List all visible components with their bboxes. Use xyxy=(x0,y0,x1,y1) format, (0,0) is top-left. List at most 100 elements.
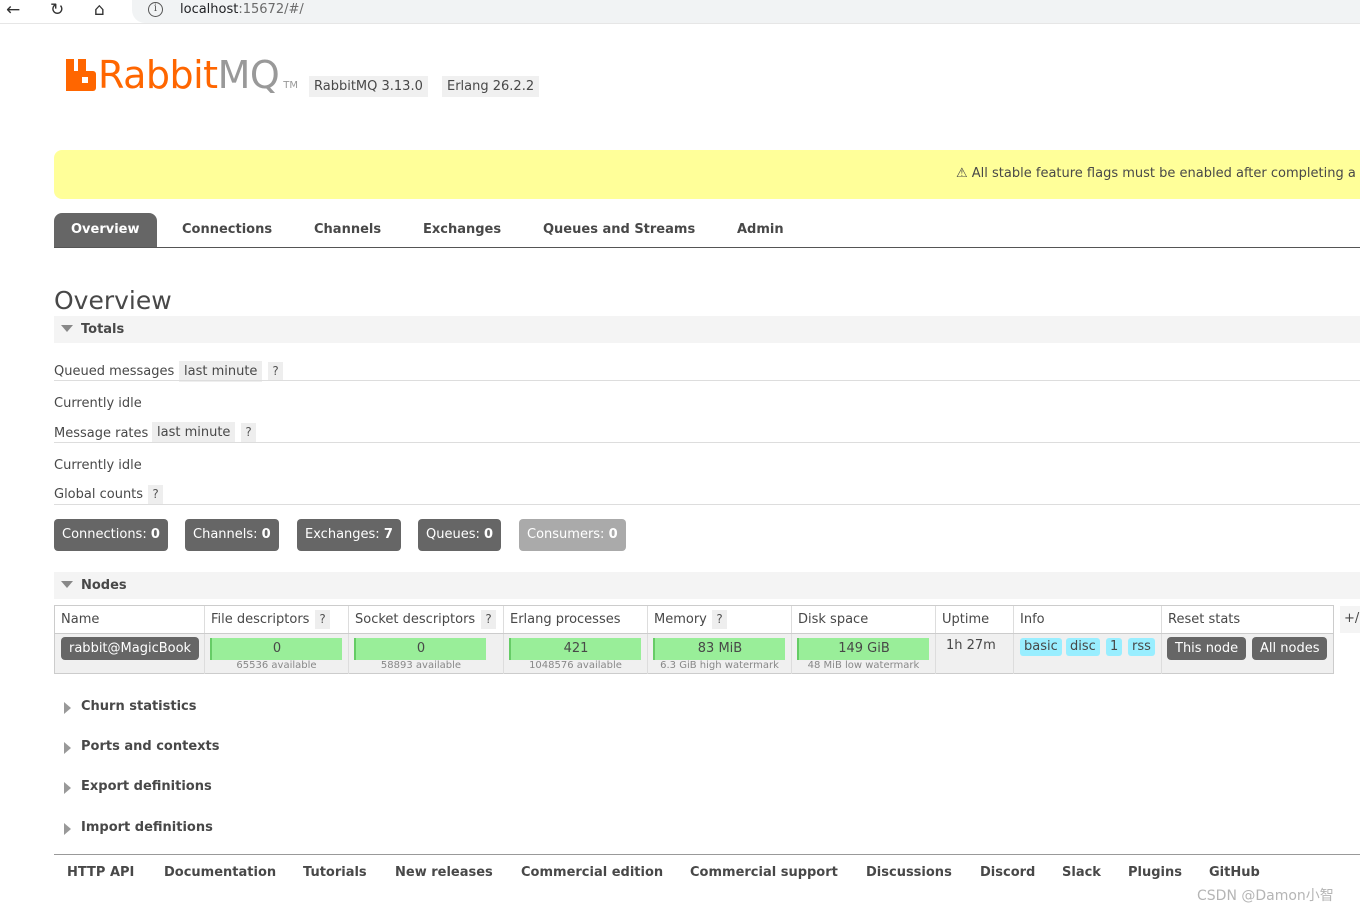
memory-help[interactable]: ? xyxy=(712,610,727,629)
footer-link-github[interactable]: GitHub xyxy=(1209,865,1260,880)
column-toggle-button[interactable]: +/ xyxy=(1340,606,1360,633)
column-header-socket-descriptors: Socket descriptors? xyxy=(349,606,504,633)
totals-title: Totals xyxy=(81,322,125,337)
message-rates-range[interactable]: last minute xyxy=(152,422,236,443)
consumers-count-label: Consumers: xyxy=(527,527,605,542)
footer-link-documentation[interactable]: Documentation xyxy=(164,865,276,880)
tab-connections[interactable]: Connections xyxy=(182,213,272,247)
footer-link-discord[interactable]: Discord xyxy=(980,865,1035,880)
reset-all-nodes-button[interactable]: All nodes xyxy=(1252,637,1328,660)
footer-link-http-api[interactable]: HTTP API xyxy=(67,865,134,880)
page-title: Overview xyxy=(54,286,172,315)
reload-icon[interactable]: ↻ xyxy=(50,1,64,19)
browser-toolbar: ← ↻ ⌂ i localhost:15672/#/ xyxy=(0,0,1360,24)
footer-link-commercial-edition[interactable]: Commercial edition xyxy=(521,865,663,880)
footer-link-plugins[interactable]: Plugins xyxy=(1128,865,1182,880)
consumers-count-button[interactable]: Consumers: 0 xyxy=(519,519,626,551)
footer-link-tutorials[interactable]: Tutorials xyxy=(303,865,367,880)
logo-trademark: TM xyxy=(283,80,299,91)
export-definitions-title: Export definitions xyxy=(81,779,212,794)
churn-statistics-section[interactable]: Churn statistics xyxy=(54,698,454,718)
churn-statistics-title: Churn statistics xyxy=(81,699,197,714)
exchanges-count-button[interactable]: Exchanges: 7 xyxy=(297,519,401,551)
queues-count-label: Queues: xyxy=(426,527,480,542)
warning-text: ⚠ All stable feature flags must be enabl… xyxy=(956,166,1356,181)
back-arrow-icon[interactable]: ← xyxy=(6,1,20,19)
info-badge-rss[interactable]: rss xyxy=(1128,638,1155,656)
info-badge-count[interactable]: 1 xyxy=(1106,638,1123,656)
ports-and-contexts-section[interactable]: Ports and contexts xyxy=(54,738,454,758)
footer-link-discussions[interactable]: Discussions xyxy=(866,865,952,880)
column-header-file-descriptors-label: File descriptors xyxy=(211,612,310,627)
memory-cell: 83 MiB 6.3 GiB high watermark xyxy=(648,634,792,674)
node-name-cell: rabbit@MagicBook xyxy=(55,634,205,674)
exchanges-count-value: 7 xyxy=(383,527,393,542)
uptime-cell: 1h 27m xyxy=(936,634,1014,674)
column-header-reset-stats-label: Reset stats xyxy=(1168,612,1241,627)
memory-bar: 83 MiB xyxy=(653,638,785,660)
socket-descriptors-help[interactable]: ? xyxy=(481,610,496,629)
erlang-processes-bar: 421 xyxy=(509,638,641,660)
tab-exchanges[interactable]: Exchanges xyxy=(423,213,501,247)
address-bar[interactable] xyxy=(132,0,1360,23)
table-row: rabbit@MagicBook 0 65536 available 0 588… xyxy=(55,633,1333,674)
column-header-info: Info xyxy=(1014,606,1162,633)
tab-queues-and-streams[interactable]: Queues and Streams xyxy=(543,213,695,247)
file-descriptors-help[interactable]: ? xyxy=(315,610,330,629)
main-tabs: Overview Connections Channels Exchanges … xyxy=(54,213,1360,248)
queued-messages-range[interactable]: last minute xyxy=(179,361,263,382)
column-header-reset-stats: Reset stats xyxy=(1162,606,1333,633)
socket-descriptors-available: 58893 available xyxy=(380,660,462,671)
reset-stats-cell: This node All nodes xyxy=(1162,634,1333,674)
column-header-uptime: Uptime xyxy=(936,606,1014,633)
connections-count-value: 0 xyxy=(150,527,160,542)
file-descriptors-available: 65536 available xyxy=(236,660,317,671)
csdn-watermark: CSDN @Damon小智 xyxy=(1197,888,1334,904)
column-header-name-label: Name xyxy=(61,612,100,627)
column-header-name: Name xyxy=(55,606,205,633)
rabbitmq-logo[interactable]: RabbitMQ TM xyxy=(66,56,298,96)
footer-link-slack[interactable]: Slack xyxy=(1062,865,1101,880)
url-text[interactable]: localhost:15672/#/ xyxy=(180,2,304,17)
node-name-link[interactable]: rabbit@MagicBook xyxy=(61,637,200,660)
site-info-icon[interactable]: i xyxy=(148,2,163,17)
divider xyxy=(54,504,1360,505)
expand-triangle-icon xyxy=(64,702,71,714)
import-definitions-section[interactable]: Import definitions xyxy=(54,819,454,839)
channels-count-button[interactable]: Channels: 0 xyxy=(185,519,279,551)
export-definitions-section[interactable]: Export definitions xyxy=(54,778,454,798)
queues-count-button[interactable]: Queues: 0 xyxy=(418,519,502,551)
nodes-title: Nodes xyxy=(81,578,127,593)
queued-messages-status: Currently idle xyxy=(54,396,142,411)
footer-link-new-releases[interactable]: New releases xyxy=(395,865,493,880)
message-rates-help[interactable]: ? xyxy=(241,423,256,442)
connections-count-button[interactable]: Connections: 0 xyxy=(54,519,168,551)
message-rates-status: Currently idle xyxy=(54,458,142,473)
info-badge-disc[interactable]: disc xyxy=(1066,638,1100,656)
socket-descriptors-bar: 0 xyxy=(354,638,486,660)
tab-overview[interactable]: Overview xyxy=(54,213,157,247)
global-counts-help[interactable]: ? xyxy=(148,485,163,504)
info-cell: basic disc 1 rss xyxy=(1014,634,1162,674)
nodes-section-header[interactable]: Nodes xyxy=(54,572,1360,599)
nodes-table: Name File descriptors? Socket descriptor… xyxy=(54,605,1334,674)
info-badge-basic[interactable]: basic xyxy=(1020,638,1062,656)
disk-space-low-watermark: 48 MiB low watermark xyxy=(807,660,920,671)
tab-admin[interactable]: Admin xyxy=(737,213,784,247)
uptime-value: 1h 27m xyxy=(946,638,996,653)
queues-count-value: 0 xyxy=(484,527,494,542)
erlang-processes-available: 1048576 available xyxy=(529,660,622,671)
home-icon[interactable]: ⌂ xyxy=(94,1,105,19)
message-rates-label: Message rates xyxy=(54,426,149,441)
queued-messages-help[interactable]: ? xyxy=(268,362,283,381)
file-descriptors-cell: 0 65536 available xyxy=(205,634,349,674)
collapse-triangle-icon xyxy=(61,325,73,332)
tab-channels[interactable]: Channels xyxy=(314,213,381,247)
totals-section-header[interactable]: Totals xyxy=(54,316,1360,343)
reset-this-node-button[interactable]: This node xyxy=(1167,637,1247,660)
column-header-memory: Memory? xyxy=(648,606,792,633)
divider xyxy=(54,442,1360,443)
column-header-file-descriptors: File descriptors? xyxy=(205,606,349,633)
channels-count-label: Channels: xyxy=(193,527,258,542)
footer-link-commercial-support[interactable]: Commercial support xyxy=(690,865,838,880)
